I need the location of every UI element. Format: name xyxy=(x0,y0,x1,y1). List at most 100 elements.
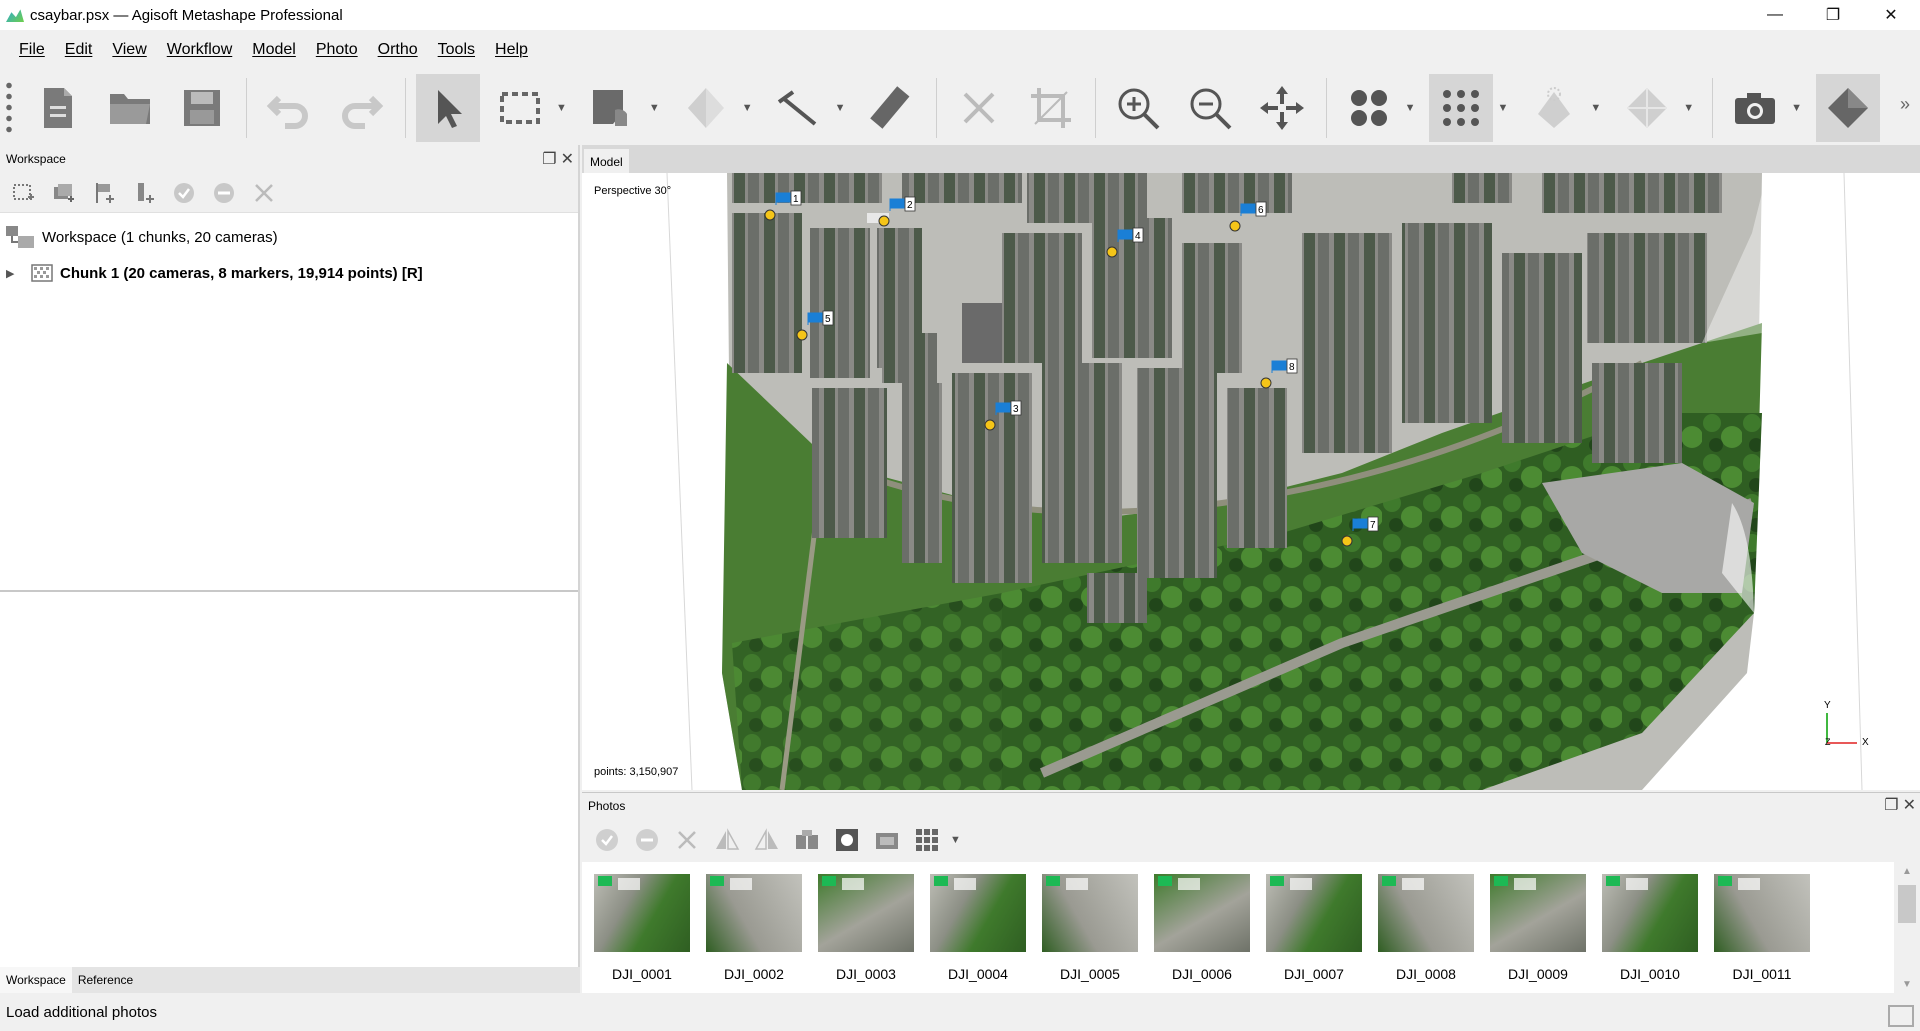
ruler-line-icon[interactable] xyxy=(767,74,831,142)
remove-camera-icon[interactable] xyxy=(670,823,704,857)
toolbar-overflow-icon[interactable]: » xyxy=(1900,94,1910,115)
new-document-icon[interactable] xyxy=(26,74,90,142)
move-object-icon[interactable] xyxy=(581,74,645,142)
rectangle-selection-icon[interactable] xyxy=(488,74,552,142)
photo-thumbnail-image[interactable] xyxy=(1042,874,1138,952)
photo-thumbnail-image[interactable] xyxy=(1490,874,1586,952)
float-photos-panel-icon[interactable]: ❐ xyxy=(1884,795,1898,815)
model-viewport[interactable]: 1 2 3 4 5 6 7 8 Y X Z Perspective 30° points: 3… xyxy=(582,173,1920,790)
photo-thumbnail-image[interactable] xyxy=(1602,874,1698,952)
tab-reference[interactable]: Reference xyxy=(72,967,139,993)
save-icon[interactable] xyxy=(170,74,234,142)
menu-edit[interactable]: Edit xyxy=(55,41,103,59)
photo-thumbnail-image[interactable] xyxy=(818,874,914,952)
delete-icon[interactable] xyxy=(947,74,1011,142)
add-scalebar-icon[interactable] xyxy=(128,177,160,209)
crop-icon[interactable] xyxy=(1019,74,1083,142)
workspace-root-item[interactable]: Workspace (1 chunks, 20 cameras) xyxy=(0,219,578,255)
panel-splitter[interactable] xyxy=(0,590,578,592)
camera-icon[interactable] xyxy=(1723,74,1787,142)
show-images-icon[interactable] xyxy=(870,823,904,857)
close-panel-icon[interactable]: ✕ xyxy=(561,149,574,169)
chunk-item[interactable]: ▶ Chunk 1 (20 cameras, 8 markers, 19,914… xyxy=(0,255,578,291)
photo-thumbnail-image[interactable] xyxy=(594,874,690,952)
photo-thumbnail-image[interactable] xyxy=(930,874,1026,952)
photo-thumbnail-image[interactable] xyxy=(1714,874,1810,952)
photo-thumbnail-image[interactable] xyxy=(1154,874,1250,952)
view-mode-dropdown-icon[interactable]: ▼ xyxy=(950,834,961,846)
photo-thumbnail[interactable]: DJI_0005 xyxy=(1042,874,1138,993)
scroll-up-icon[interactable]: ▲ xyxy=(1894,866,1920,877)
menu-photo[interactable]: Photo xyxy=(306,41,368,59)
add-photos-icon[interactable] xyxy=(48,177,80,209)
menu-model[interactable]: Model xyxy=(242,41,306,59)
enable-camera-icon[interactable] xyxy=(590,823,624,857)
photo-thumbnail[interactable]: DJI_0007 xyxy=(1266,874,1362,993)
menu-ortho[interactable]: Ortho xyxy=(368,41,428,59)
photo-thumbnail[interactable]: DJI_0009 xyxy=(1490,874,1586,993)
photo-thumbnail[interactable]: DJI_0004 xyxy=(930,874,1026,993)
photo-thumbnail[interactable]: DJI_0010 xyxy=(1602,874,1698,993)
menu-tools[interactable]: Tools xyxy=(428,41,485,59)
rotate-dropdown-icon[interactable]: ▼ xyxy=(742,102,753,114)
scroll-down-icon[interactable]: ▼ xyxy=(1894,979,1920,990)
dense-dropdown-icon[interactable]: ▼ xyxy=(1497,102,1508,114)
camera-dropdown-icon[interactable]: ▼ xyxy=(1791,102,1802,114)
model-dropdown-icon[interactable]: ▼ xyxy=(1683,102,1694,114)
shading-dropdown-icon[interactable]: ▼ xyxy=(1590,102,1601,114)
zoom-out-icon[interactable] xyxy=(1178,74,1242,142)
selection-dropdown-icon[interactable]: ▼ xyxy=(556,102,567,114)
open-folder-icon[interactable] xyxy=(98,74,162,142)
add-marker-icon[interactable] xyxy=(88,177,120,209)
ruler-dropdown-icon[interactable]: ▼ xyxy=(835,102,846,114)
photos-scrollbar[interactable]: ▲ ▼ xyxy=(1894,862,1920,993)
dense-points-view-icon[interactable] xyxy=(1429,73,1494,142)
photo-thumbnail-image[interactable] xyxy=(1266,874,1362,952)
remove-item-icon[interactable] xyxy=(248,177,280,209)
move-dropdown-icon[interactable]: ▼ xyxy=(649,102,660,114)
add-chunk-icon[interactable] xyxy=(8,177,40,209)
photo-thumbnail[interactable]: DJI_0006 xyxy=(1154,874,1250,993)
show-markers-icon[interactable] xyxy=(1816,73,1881,142)
photo-thumbnail[interactable]: DJI_0011 xyxy=(1714,874,1810,993)
photo-thumbnail[interactable]: DJI_0001 xyxy=(594,874,690,993)
thumbnail-view-icon[interactable] xyxy=(910,823,944,857)
menu-file[interactable]: File xyxy=(9,41,55,59)
photo-thumbnail[interactable]: DJI_0003 xyxy=(818,874,914,993)
resize-grip-icon[interactable] xyxy=(1888,1005,1914,1027)
tab-model[interactable]: Model xyxy=(584,149,629,173)
tab-workspace[interactable]: Workspace xyxy=(0,967,72,993)
photo-thumbnail[interactable]: DJI_0002 xyxy=(706,874,802,993)
expand-arrow-icon[interactable]: ▶ xyxy=(6,267,22,280)
photo-thumbnail-image[interactable] xyxy=(1378,874,1474,952)
disable-item-icon[interactable] xyxy=(208,177,240,209)
undo-icon[interactable] xyxy=(257,74,321,142)
filter-photos-icon[interactable] xyxy=(790,823,824,857)
disable-camera-icon[interactable] xyxy=(630,823,664,857)
redo-icon[interactable] xyxy=(329,74,393,142)
close-button[interactable]: ✕ xyxy=(1862,0,1920,30)
float-panel-icon[interactable]: ❐ xyxy=(542,149,556,169)
restore-button[interactable]: ❐ xyxy=(1804,0,1862,30)
menu-help[interactable]: Help xyxy=(485,41,538,59)
ruler-icon[interactable] xyxy=(860,74,924,142)
photo-thumbnail[interactable]: DJI_0008 xyxy=(1378,874,1474,993)
minimize-button[interactable]: — xyxy=(1746,0,1804,30)
rotate-right-icon[interactable] xyxy=(750,823,784,857)
menu-view[interactable]: View xyxy=(102,41,156,59)
model-view-icon[interactable] xyxy=(1615,74,1679,142)
rotate-left-icon[interactable] xyxy=(710,823,744,857)
toolbar-grip-icon[interactable] xyxy=(6,79,12,136)
close-photos-panel-icon[interactable]: ✕ xyxy=(1903,795,1916,815)
photo-thumbnail-image[interactable] xyxy=(706,874,802,952)
zoom-in-icon[interactable] xyxy=(1106,74,1170,142)
reset-view-icon[interactable] xyxy=(1250,74,1314,142)
point-cloud-view[interactable]: 1 2 3 4 5 6 7 8 Y X Z xyxy=(582,173,1920,790)
scroll-thumb[interactable] xyxy=(1898,885,1916,923)
show-masks-icon[interactable] xyxy=(830,823,864,857)
points-dropdown-icon[interactable]: ▼ xyxy=(1405,102,1416,114)
shading-icon[interactable] xyxy=(1522,74,1586,142)
rotate-object-icon[interactable] xyxy=(674,74,738,142)
enable-item-icon[interactable] xyxy=(168,177,200,209)
menu-workflow[interactable]: Workflow xyxy=(157,41,243,59)
